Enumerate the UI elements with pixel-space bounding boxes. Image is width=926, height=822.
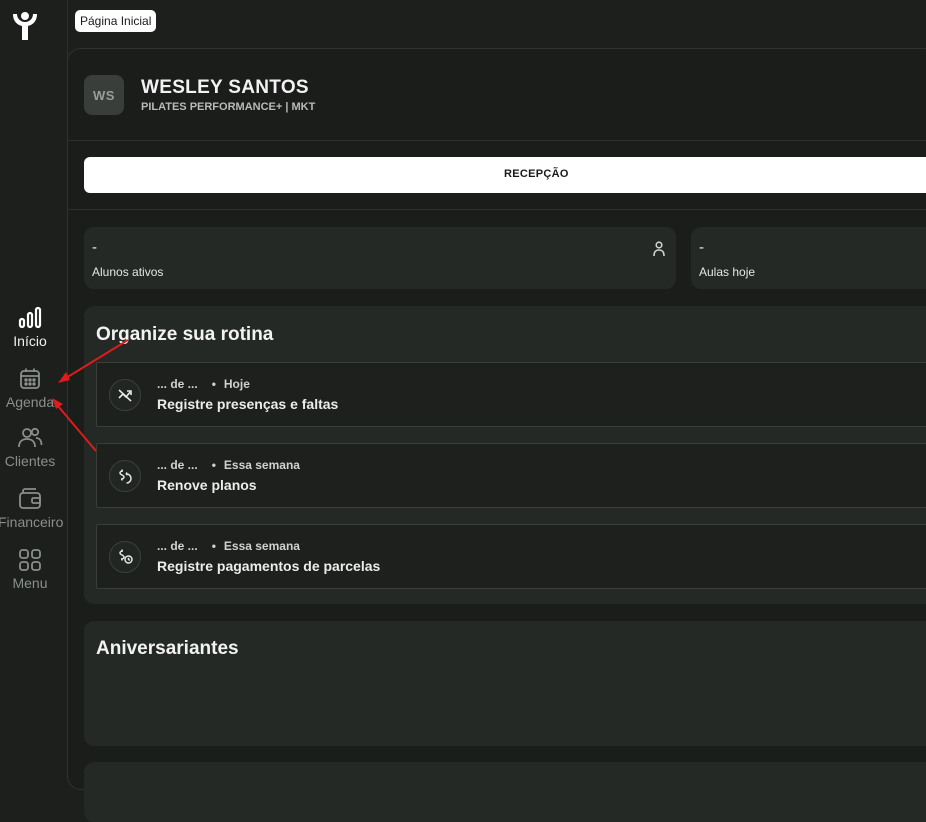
wallet-icon (19, 488, 41, 509)
reception-button[interactable]: RECEPÇÃO (84, 157, 926, 193)
task-meta: ... de ... • Hoje (157, 377, 250, 391)
divider (68, 209, 926, 210)
bar-chart-icon (18, 306, 42, 329)
task-title: Renove planos (157, 477, 257, 493)
sidebar-item-clientes[interactable]: Clientes (0, 425, 60, 469)
task-period: Hoje (223, 377, 250, 391)
attendance-icon (118, 389, 132, 402)
task-meta: ... de ... • Essa semana (157, 539, 300, 553)
stat-label: Aulas hoje (699, 265, 756, 279)
sidebar-item-inicio[interactable]: Início (0, 305, 60, 349)
sidebar-item-menu[interactable]: Menu (0, 547, 60, 591)
task-icon-wrapper (109, 541, 141, 573)
profile-name: WESLEY SANTOS (141, 77, 309, 98)
task-count: ... de ... (157, 458, 198, 472)
task-renew-plans[interactable]: ... de ... • Essa semana Renove planos (96, 443, 926, 508)
task-attendance[interactable]: ... de ... • Hoje Registre presenças e fal… (96, 362, 926, 427)
stat-label: Alunos ativos (92, 265, 164, 279)
sidebar-item-financeiro[interactable]: Financeiro (0, 486, 64, 530)
divider (68, 140, 926, 141)
app-logo[interactable] (8, 8, 42, 42)
routine-title: Organize sua rotina (96, 324, 274, 345)
renew-money-icon (119, 469, 132, 484)
stat-value: - (92, 239, 97, 256)
task-count: ... de ... (157, 377, 198, 391)
sidebar-item-label: Menu (12, 575, 48, 591)
person-icon (653, 241, 665, 257)
calendar-icon (20, 368, 40, 389)
stat-card-classes-today[interactable]: - Aulas hoje (691, 227, 926, 289)
task-meta: ... de ... • Essa semana (157, 458, 300, 472)
task-count: ... de ... (157, 539, 198, 553)
installment-money-icon (119, 549, 133, 564)
main-panel: WS WESLEY SANTOS PILATES PERFORMANCE+ | … (67, 48, 926, 822)
task-installments[interactable]: ... de ... • Essa semana Registre pagament… (96, 524, 926, 589)
avatar[interactable]: WS (84, 75, 124, 115)
task-icon-wrapper (109, 379, 141, 411)
grid-icon (19, 549, 41, 571)
stat-value: - (699, 239, 704, 256)
reception-button-label: RECEPÇÃO (504, 168, 569, 180)
birthdays-card: Aniversariantes (84, 621, 926, 746)
routine-card: Organize sua rotina ... de ... • Hoje Regi… (84, 306, 926, 604)
breadcrumb[interactable]: Página Inicial (75, 10, 157, 32)
sidebar: Início Agenda Clientes Financeiro Menu (0, 0, 68, 774)
sidebar-item-label: Início (13, 333, 47, 349)
stat-card-active-students[interactable]: - Alunos ativos (84, 227, 676, 289)
task-period: Essa semana (223, 539, 300, 553)
task-icon-wrapper (109, 460, 141, 492)
sidebar-item-label: Financeiro (0, 514, 64, 530)
sidebar-item-label: Agenda (5, 394, 55, 410)
sidebar-item-agenda[interactable]: Agenda (0, 366, 60, 410)
profile-subtitle: PILATES PERFORMANCE+ | MKT (141, 101, 316, 113)
birthdays-title: Aniversariantes (96, 638, 239, 659)
task-period: Essa semana (223, 458, 300, 472)
next-card (84, 762, 926, 822)
users-icon (18, 427, 43, 448)
sidebar-item-label: Clientes (4, 453, 56, 469)
task-title: Registre presenças e faltas (157, 396, 339, 412)
task-title: Registre pagamentos de parcelas (157, 558, 381, 574)
